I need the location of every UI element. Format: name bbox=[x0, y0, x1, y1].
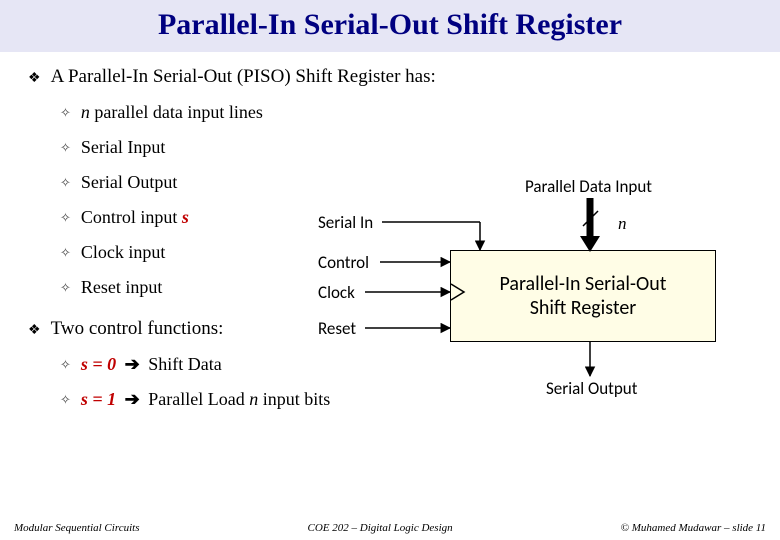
sub-text: n parallel data input lines bbox=[81, 102, 263, 123]
label-clock: Clock bbox=[318, 282, 355, 303]
slide-content: ❖ A Parallel-In Serial-Out (PISO) Shift … bbox=[0, 52, 780, 410]
diamond-icon: ❖ bbox=[28, 70, 41, 87]
sub-n-lines: ✧ n parallel data input lines bbox=[60, 102, 752, 123]
register-box: Parallel-In Serial-Out Shift Register bbox=[450, 250, 716, 342]
diamond-outline-icon: ✧ bbox=[60, 140, 71, 156]
diamond-outline-icon: ✧ bbox=[60, 392, 71, 408]
label-control: Control bbox=[318, 252, 369, 273]
sub-text: Serial Output bbox=[81, 172, 178, 193]
signal-n: n bbox=[618, 214, 627, 234]
arrow-right-icon: ➔ bbox=[125, 389, 140, 410]
bullet-piso-has: ❖ A Parallel-In Serial-Out (PISO) Shift … bbox=[28, 66, 752, 88]
diamond-outline-icon: ✧ bbox=[60, 210, 71, 226]
diamond-outline-icon: ✧ bbox=[60, 175, 71, 191]
label-serial-out: Serial Output bbox=[546, 378, 637, 399]
sub-text: Clock input bbox=[81, 242, 166, 263]
label-reset: Reset bbox=[318, 318, 356, 339]
piso-diagram: Parallel Data Input Serial In Control Cl… bbox=[300, 178, 760, 408]
sub-text: Reset input bbox=[81, 277, 163, 298]
arrow-right-icon: ➔ bbox=[125, 354, 140, 375]
sub-text: Control input s bbox=[81, 207, 189, 228]
title-bar: Parallel-In Serial-Out Shift Register bbox=[0, 0, 780, 52]
sub-text: s = 0 ➔ Shift Data bbox=[81, 354, 222, 375]
slide-footer: Modular Sequential Circuits COE 202 – Di… bbox=[0, 522, 780, 534]
label-serial-in: Serial In bbox=[318, 212, 373, 233]
diamond-icon: ❖ bbox=[28, 322, 41, 339]
footer-left: Modular Sequential Circuits bbox=[14, 522, 139, 534]
box-line1: Parallel-In Serial-Out bbox=[500, 272, 667, 296]
bullet-text: A Parallel-In Serial-Out (PISO) Shift Re… bbox=[51, 66, 436, 88]
sub-text: s = 1 ➔ Parallel Load n input bits bbox=[81, 389, 330, 410]
footer-center: COE 202 – Digital Logic Design bbox=[308, 522, 453, 534]
bullet-text: Two control functions: bbox=[51, 318, 224, 340]
diamond-outline-icon: ✧ bbox=[60, 105, 71, 121]
box-line2: Shift Register bbox=[500, 296, 667, 320]
diamond-outline-icon: ✧ bbox=[60, 280, 71, 296]
label-parallel-data: Parallel Data Input bbox=[525, 176, 652, 197]
diamond-outline-icon: ✧ bbox=[60, 245, 71, 261]
sub-serial-input: ✧ Serial Input bbox=[60, 137, 752, 158]
diamond-outline-icon: ✧ bbox=[60, 357, 71, 373]
slide-title: Parallel-In Serial-Out Shift Register bbox=[0, 8, 780, 42]
sub-text: Serial Input bbox=[81, 137, 165, 158]
footer-right: © Muhamed Mudawar – slide 11 bbox=[621, 522, 766, 534]
